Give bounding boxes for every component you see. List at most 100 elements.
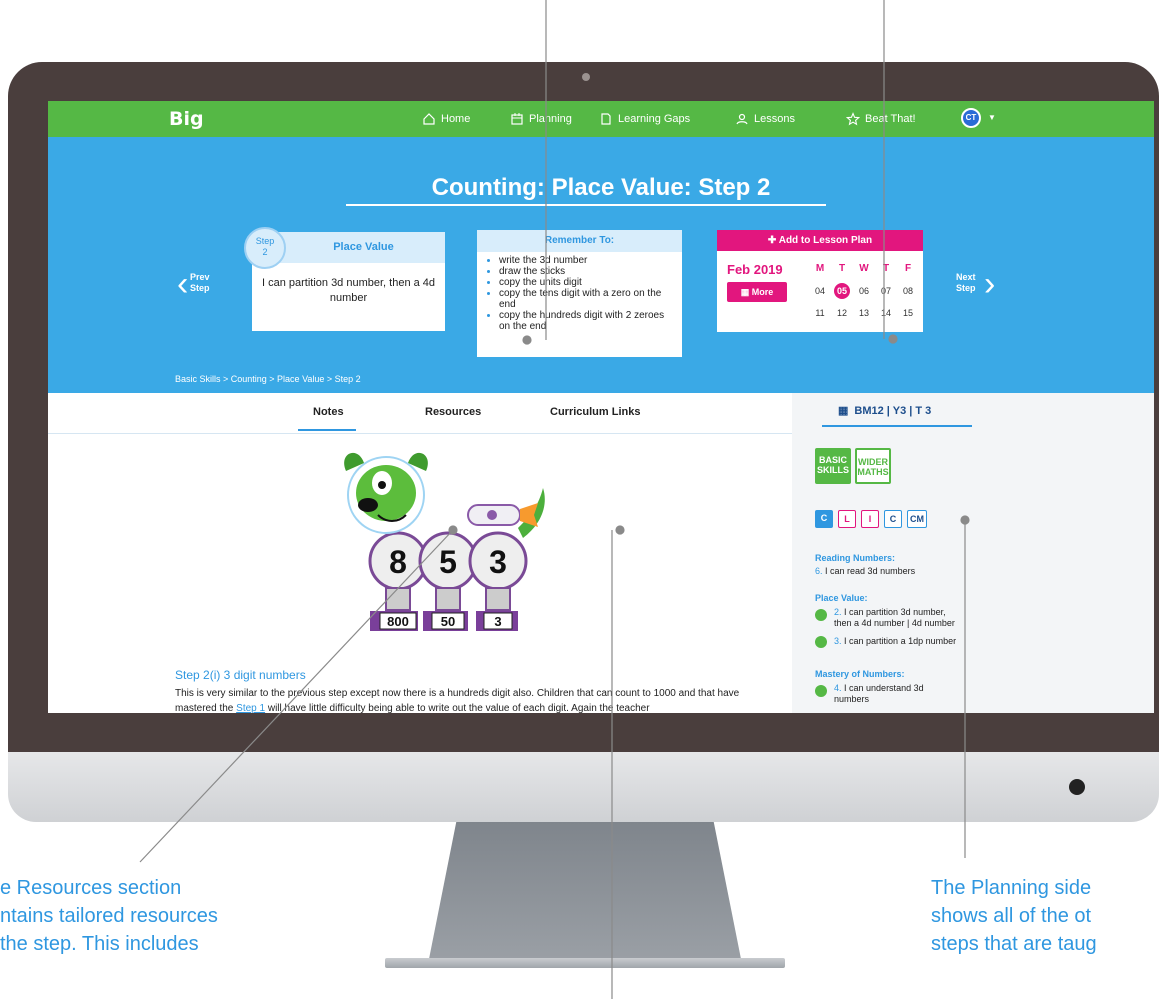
item-text: I can partition 3d number, [844,607,946,617]
step-badge-number: 2 [262,247,268,257]
monitor-base [385,958,785,968]
remember-item: draw the sticks [487,266,676,277]
calendar-date[interactable]: 04 [810,286,830,296]
page-title: Counting: Place Value: Step 2 [431,174,771,201]
step-1-link[interactable]: Step 1 [236,703,265,713]
para-text-2: will have little difficulty being able t… [265,703,650,713]
calendar-date[interactable]: 07 [876,286,896,296]
nav-learning-gaps-label: Learning Gaps [618,113,691,125]
nav-beat-that-label: Beat That! [865,113,916,125]
title-divider [346,204,826,206]
monitor-stand [428,822,742,964]
app-screen: Big Home Planning Learning Gaps Lessons … [48,101,1154,713]
calendar-weekday: W [859,263,869,274]
calendar-icon: ▦ [838,405,849,417]
place-value-item[interactable]: 2. I can partition 3d number, then a 4d … [834,607,955,629]
chevron-left-icon[interactable]: ‹ [177,267,188,301]
filter-c[interactable]: C [815,510,833,528]
filter-cm[interactable]: CM [907,510,927,528]
item-text: I can partition a 1dp number [844,636,957,646]
place-value-dog-illustration: 8 5 3 800 50 3 [344,452,545,631]
nav-lessons-label: Lessons [754,113,795,125]
wider-maths-toggle[interactable]: WIDER MATHS [855,448,891,484]
nav-home[interactable]: Home [422,112,470,126]
calendar-icon: ▦ [740,287,752,297]
digit-tens: 5 [439,544,457,580]
calendar-date-selected[interactable]: 05 [834,283,850,299]
status-icon [815,609,827,621]
remember-to-title: Remember To: [477,230,682,252]
active-tab-indicator [298,429,356,431]
nav-beat-that[interactable]: Beat That! [846,112,916,126]
calendar-more-button[interactable]: ▦ More [727,282,787,302]
remember-list: write the 3d number draw the sticks copy… [477,255,682,332]
calendar-date[interactable]: 14 [876,308,896,318]
breadcrumb[interactable]: Basic Skills > Counting > Place Value > … [175,374,361,384]
item-text: I can understand 3d [844,683,924,693]
nav-learning-gaps[interactable]: Learning Gaps [599,112,690,126]
status-icon [815,685,827,697]
filter-c2[interactable]: C [884,510,902,528]
item-number: 6. [815,566,823,576]
digit-units: 3 [489,544,507,580]
item-text: I can read 3d numbers [825,566,916,576]
plus-icon: ✚ [767,235,779,246]
item-number: 2. [834,607,842,617]
calendar-date[interactable]: 15 [898,308,918,318]
value-units: 3 [494,614,501,629]
filter-l[interactable]: L [838,510,856,528]
chevron-right-icon[interactable]: › [984,267,995,301]
step-card: Place Value Step 2 I can partition 3d nu… [244,227,445,331]
item-number: 3. [834,636,842,646]
place-value-item[interactable]: 3. I can partition a 1dp number [834,636,956,647]
resources-caption: e Resources section ntains tailored reso… [0,874,218,958]
calendar-date[interactable]: 06 [854,286,874,296]
sidebar-title[interactable]: ▦ BM12 | Y3 | T 3 [838,404,931,418]
prev-step-button[interactable]: Prev Step [190,272,210,294]
calendar-date[interactable]: 12 [832,308,852,318]
chevron-down-icon[interactable]: ▼ [988,113,996,122]
user-avatar[interactable]: CT [961,108,981,128]
caption-line: shows all of the ot [931,905,1092,927]
step-card-text: I can partition 3d number, then a 4d num… [261,277,436,304]
basic-skills-toggle[interactable]: BASIC SKILLS [815,448,851,484]
calendar-weekday: T [882,263,890,274]
app-logo[interactable]: Big [169,108,204,130]
calendar-date[interactable]: 08 [898,286,918,296]
mastery-item[interactable]: 4. I can understand 3d numbers [834,683,924,705]
tab-resources[interactable]: Resources [425,406,481,418]
tab-notes[interactable]: Notes [313,406,344,418]
prev-step-line2: Step [190,283,210,293]
top-navigation: Big Home Planning Learning Gaps Lessons … [48,101,1154,137]
add-to-lesson-plan-button[interactable]: ✚ Add to Lesson Plan [717,230,923,251]
nav-planning[interactable]: Planning [510,112,572,126]
mastery-heading: Mastery of Numbers: [815,669,905,679]
calendar-date[interactable]: 11 [810,308,830,318]
value-tens: 50 [441,614,455,629]
nav-lessons[interactable]: Lessons [735,112,795,126]
tab-curriculum-links[interactable]: Curriculum Links [550,406,640,418]
calendar-weekday: F [904,263,912,274]
content-tabs: Notes Resources Curriculum Links [48,393,792,434]
calendar-weekday: M [815,263,825,274]
step-badge-label: Step [255,236,275,246]
monitor-chin [8,752,1159,822]
filter-i[interactable]: I [861,510,879,528]
star-icon [846,112,860,126]
step-badge: Step 2 [244,227,286,269]
remember-item: copy the units digit [487,277,676,288]
planning-sidebar: ▦ BM12 | Y3 | T 3 BASIC SKILLS WIDER MAT… [792,393,1154,713]
calendar-date[interactable]: 13 [854,308,874,318]
caption-line: the step. This includes [0,933,199,955]
reading-numbers-heading: Reading Numbers: [815,553,896,563]
item-text: numbers [834,694,870,704]
step-heading: Step 2(i) 3 digit numbers [175,668,306,682]
caption-line: ntains tailored resources [0,905,218,927]
planning-sidebar-caption: The Planning side shows all of the ot st… [931,874,1097,958]
item-text: then a 4d number | 4d number [834,618,955,628]
nav-home-label: Home [441,113,471,125]
caption-line: steps that are taug [931,933,1097,955]
remember-item: write the 3d number [487,255,676,266]
reading-numbers-item[interactable]: 6. I can read 3d numbers [815,566,915,577]
next-step-button[interactable]: Next Step [956,272,976,294]
